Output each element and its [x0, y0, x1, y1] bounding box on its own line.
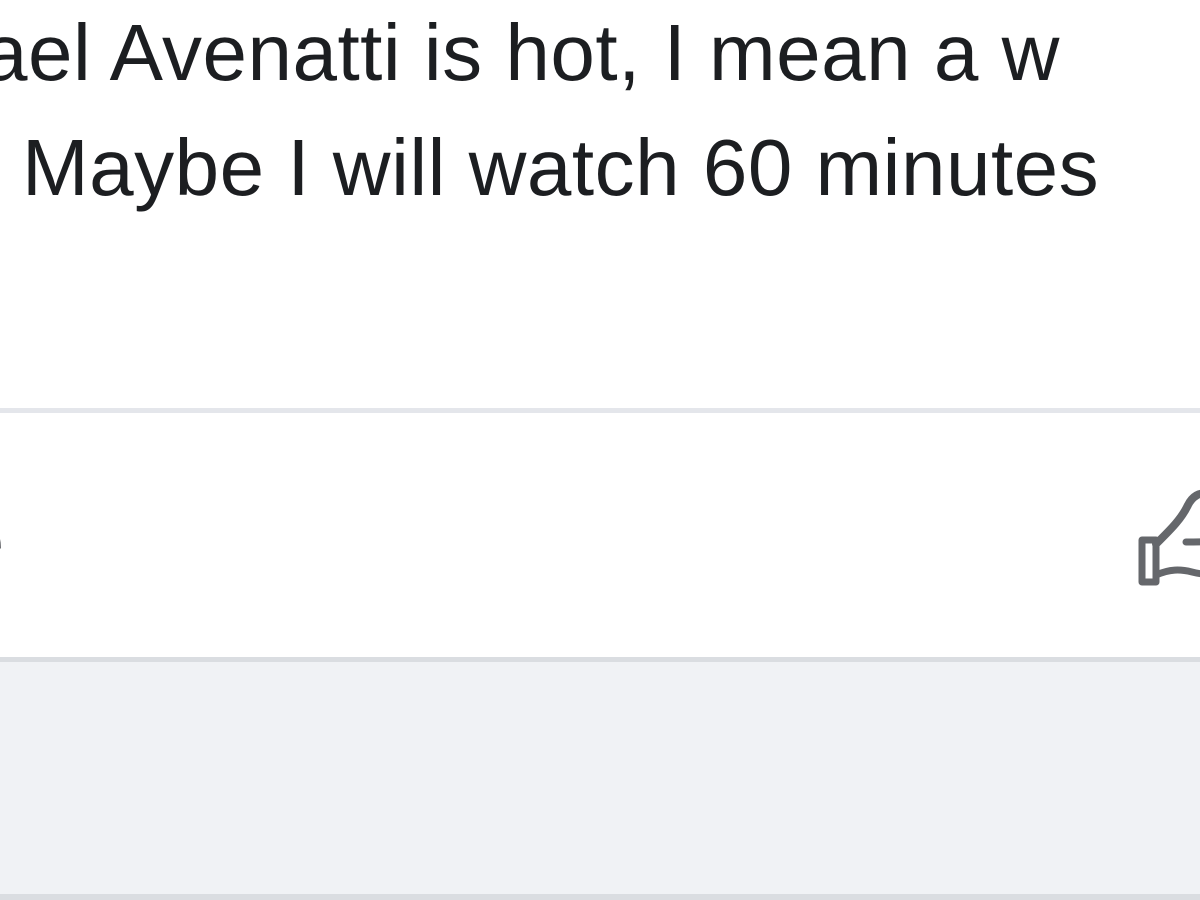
comment-area [0, 662, 1200, 894]
post-message-line-1: hael Avenatti is hot, I mean a w [0, 8, 1060, 97]
action-button-partial[interactable]: e [0, 493, 5, 589]
thumbs-up-icon[interactable] [1132, 478, 1200, 593]
post-action-bar: e [0, 413, 1200, 657]
comment-area-bottom-divider [0, 894, 1200, 900]
post-message: hael Avenatti is hot, I mean a w Maybe I… [0, 0, 1200, 410]
post-message-line-2: Maybe I will watch 60 minutes [22, 123, 1100, 212]
